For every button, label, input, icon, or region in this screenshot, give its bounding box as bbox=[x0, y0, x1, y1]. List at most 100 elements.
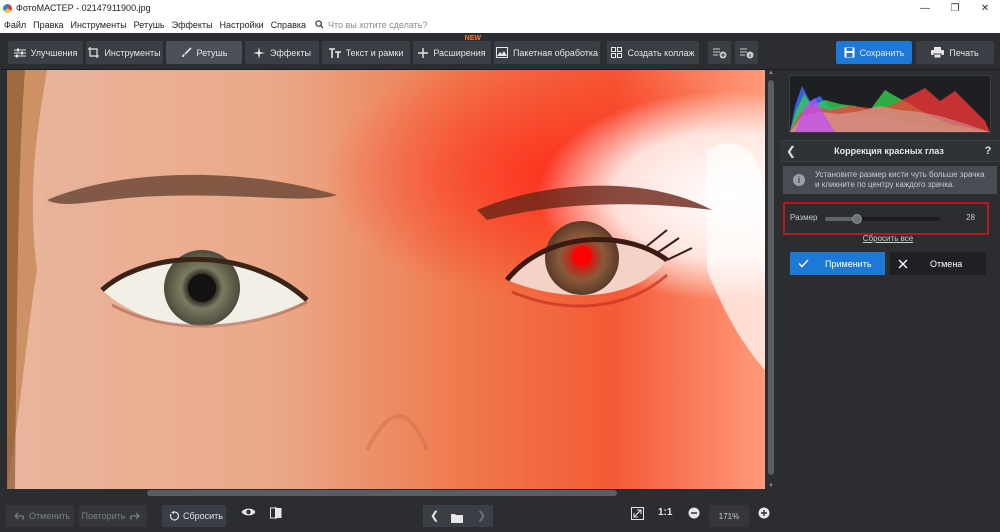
menu-tools[interactable]: Инструменты bbox=[71, 20, 127, 30]
new-badge: NEW bbox=[464, 35, 481, 42]
size-value: 28 bbox=[966, 213, 975, 222]
print-label: Печать bbox=[949, 47, 979, 58]
menu-edit[interactable]: Правка bbox=[33, 20, 63, 30]
tab-batch-processing[interactable]: Пакетная обработка bbox=[494, 41, 600, 64]
reset-label: Сбросить bbox=[182, 511, 223, 521]
plus-icon bbox=[418, 47, 429, 58]
images-icon bbox=[495, 47, 508, 58]
compare-icon[interactable] bbox=[270, 507, 282, 519]
undo-button[interactable]: Отменить bbox=[6, 505, 74, 527]
reset-all-link[interactable]: Сбросить все bbox=[780, 234, 996, 243]
menu-file[interactable]: Файл bbox=[4, 20, 26, 30]
navigation-group: ❮ ❯ bbox=[423, 505, 493, 527]
histogram-graph bbox=[790, 86, 990, 132]
scroll-down-arrow-icon[interactable]: ▼ bbox=[767, 483, 775, 489]
tab-label: Улучшения bbox=[30, 47, 78, 58]
size-slider-handle[interactable] bbox=[852, 214, 862, 224]
apply-label: Применить bbox=[825, 258, 872, 269]
tab-text-frames[interactable]: Текст и рамки bbox=[322, 41, 410, 64]
horizontal-scroll-thumb[interactable] bbox=[147, 490, 617, 496]
help-button[interactable]: ? bbox=[976, 145, 1000, 157]
zoom-in-icon[interactable] bbox=[758, 507, 770, 519]
preview-eye-icon[interactable] bbox=[241, 507, 256, 517]
menu-search[interactable]: Что вы хотите сделать? bbox=[315, 20, 428, 30]
info-box: i Установите размер кисти чуть больше зр… bbox=[783, 166, 997, 194]
tab-effects[interactable]: Эффекты bbox=[245, 41, 319, 64]
vertical-scrollbar[interactable]: ▲ ▼ bbox=[767, 70, 775, 489]
tab-retouch[interactable]: Ретушь bbox=[166, 41, 242, 64]
size-slider[interactable] bbox=[825, 214, 940, 224]
tab-enhancements[interactable]: Улучшения bbox=[8, 41, 83, 64]
bottom-bar: Отменить Повторить Сбросить ❮ ❯ 1:1 171% bbox=[0, 500, 780, 532]
tab-label: Создать коллаж bbox=[627, 47, 695, 58]
cancel-label: Отмена bbox=[930, 258, 963, 269]
redo-button[interactable]: Повторить bbox=[79, 505, 147, 527]
list-add-icon bbox=[712, 48, 726, 58]
size-label: Размер bbox=[790, 213, 818, 222]
info-line-2: и кликните по центру каждого зрачка. bbox=[815, 180, 955, 189]
tab-tools[interactable]: Инструменты bbox=[86, 41, 163, 64]
app-logo-icon bbox=[3, 3, 12, 13]
panel-title: Коррекция красных глаз bbox=[834, 146, 944, 156]
search-placeholder: Что вы хотите сделать? bbox=[328, 19, 428, 30]
zoom-out-icon[interactable] bbox=[688, 507, 700, 519]
menu-effects[interactable]: Эффекты bbox=[172, 20, 213, 30]
reset-icon bbox=[169, 511, 179, 521]
zoom-level[interactable]: 171% bbox=[709, 505, 749, 527]
tab-create-collage[interactable]: Создать коллаж bbox=[607, 41, 699, 64]
apply-button[interactable]: Применить bbox=[790, 252, 885, 275]
tab-label: Ретушь bbox=[196, 47, 228, 58]
vertical-scroll-thumb[interactable] bbox=[768, 80, 774, 475]
cancel-button[interactable]: Отмена bbox=[890, 252, 986, 275]
fit-screen-icon[interactable] bbox=[631, 507, 644, 520]
save-label: Сохранить bbox=[859, 47, 905, 58]
menu-bar: Файл Правка Инструменты Ретушь Эффекты Н… bbox=[0, 16, 1000, 33]
printer-icon bbox=[931, 47, 945, 58]
maximize-button[interactable]: ❐ bbox=[940, 3, 970, 14]
photo-image bbox=[7, 70, 765, 489]
tab-label: Текст и рамки bbox=[345, 47, 404, 58]
redo-icon bbox=[130, 512, 141, 520]
menu-retouch[interactable]: Ретушь bbox=[134, 20, 165, 30]
info-icon: i bbox=[793, 174, 805, 186]
sparkle-icon bbox=[253, 46, 266, 59]
size-control: Размер 28 bbox=[783, 202, 989, 235]
brush-icon bbox=[181, 47, 192, 57]
title-bar: ФотоМАСТЕР - 02147911900.jpg — ❐ ✕ bbox=[0, 0, 1000, 16]
checkmark-icon bbox=[798, 259, 809, 268]
main-toolbar: Улучшения Инструменты Ретушь Эффекты Тек… bbox=[0, 33, 1000, 70]
info-text: Установите размер кисти чуть больше зрач… bbox=[815, 170, 985, 190]
close-icon bbox=[898, 259, 908, 268]
tab-label: Расширения bbox=[433, 47, 486, 58]
menu-help[interactable]: Справка bbox=[271, 20, 306, 30]
reset-button[interactable]: Сбросить bbox=[162, 505, 226, 527]
next-image-icon[interactable]: ❯ bbox=[477, 509, 486, 522]
back-arrow-icon[interactable]: ❮ bbox=[780, 144, 802, 158]
undo-icon bbox=[14, 512, 25, 520]
actual-size-button[interactable]: 1:1 bbox=[658, 507, 672, 518]
save-button[interactable]: Сохранить bbox=[836, 41, 912, 64]
tab-label: Пакетная обработка bbox=[512, 47, 599, 58]
history-add-button[interactable] bbox=[708, 41, 731, 64]
folder-icon[interactable] bbox=[451, 510, 463, 528]
text-icon bbox=[328, 47, 341, 58]
print-button[interactable]: Печать bbox=[916, 41, 994, 64]
prev-image-icon[interactable]: ❮ bbox=[430, 509, 439, 522]
tab-label: Эффекты bbox=[270, 47, 311, 58]
grid-icon bbox=[611, 47, 623, 58]
sliders-icon bbox=[13, 48, 26, 57]
horizontal-scrollbar[interactable] bbox=[7, 489, 765, 498]
tab-extensions[interactable]: Расширения NEW bbox=[413, 35, 491, 64]
history-info-button[interactable] bbox=[735, 41, 758, 64]
menu-settings[interactable]: Настройки bbox=[220, 20, 264, 30]
minimize-button[interactable]: — bbox=[910, 3, 940, 14]
close-button[interactable]: ✕ bbox=[970, 3, 1000, 14]
undo-label: Отменить bbox=[28, 511, 71, 521]
list-info-icon bbox=[739, 48, 753, 58]
scroll-up-arrow-icon[interactable]: ▲ bbox=[767, 70, 775, 76]
redo-label: Повторить bbox=[81, 511, 126, 521]
crop-icon bbox=[88, 47, 100, 58]
window-title: ФотоМАСТЕР - 02147911900.jpg bbox=[16, 3, 151, 13]
tab-label: Инструменты bbox=[104, 47, 161, 58]
photo-canvas[interactable] bbox=[7, 70, 765, 489]
